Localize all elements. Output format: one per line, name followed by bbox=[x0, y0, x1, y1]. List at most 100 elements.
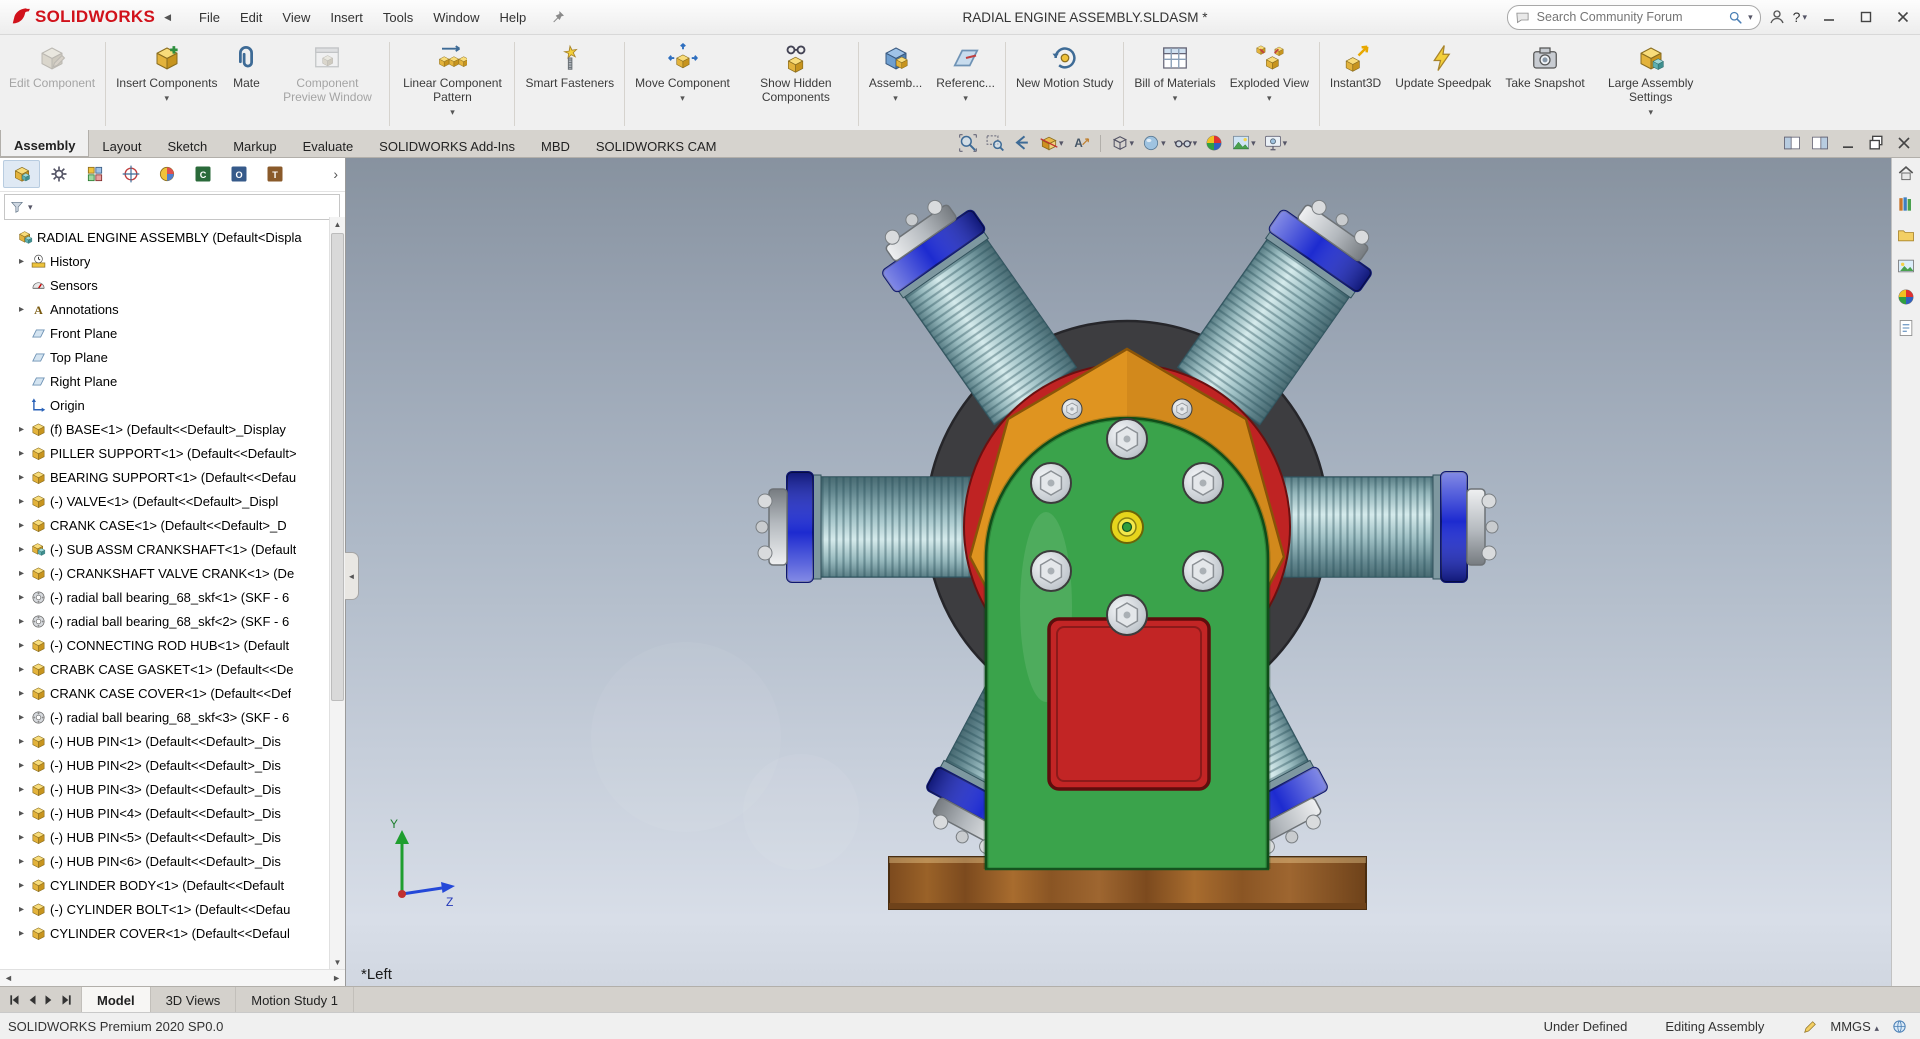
reference-geometry-button[interactable]: Referenc... ▾ bbox=[929, 36, 1002, 132]
tree-item[interactable]: ▸ History bbox=[3, 249, 330, 273]
panel-tabs-overflow-icon[interactable]: › bbox=[329, 166, 342, 182]
graphics-viewport[interactable]: Y Z *Left bbox=[346, 157, 1891, 986]
previous-view-button[interactable] bbox=[1009, 132, 1035, 154]
ribbon-tab-mbd[interactable]: MBD bbox=[528, 130, 583, 157]
expand-arrow-icon[interactable]: ▸ bbox=[16, 712, 27, 723]
zoom-fit-button[interactable] bbox=[955, 132, 981, 154]
tab-scroll-first-button[interactable] bbox=[8, 993, 22, 1007]
move-component-button[interactable]: Move Component ▾ bbox=[628, 36, 737, 132]
expand-arrow-icon[interactable]: ▸ bbox=[16, 616, 27, 627]
assembly-features-button[interactable]: Assemb... ▾ bbox=[862, 36, 929, 132]
scroll-up-icon[interactable]: ▲ bbox=[334, 217, 342, 231]
expand-arrow-icon[interactable]: ▸ bbox=[16, 904, 27, 915]
menu-view[interactable]: View bbox=[272, 5, 320, 30]
doc-restore-button[interactable] bbox=[1863, 132, 1889, 154]
dropdown-caret-icon[interactable]: ▾ bbox=[1059, 138, 1064, 149]
doc-close-button[interactable] bbox=[1891, 132, 1917, 154]
ribbon-tab-assembly[interactable]: Assembly bbox=[0, 130, 90, 157]
menu-insert[interactable]: Insert bbox=[320, 5, 373, 30]
tree-item[interactable]: ▸ CRANK CASE COVER<1> (Default<<Def bbox=[3, 681, 330, 705]
expand-arrow-icon[interactable]: ▸ bbox=[16, 784, 27, 795]
tab-scroll-last-button[interactable] bbox=[59, 993, 73, 1007]
expand-arrow-icon[interactable]: ▸ bbox=[16, 664, 27, 675]
section-view-button[interactable]: ▾ bbox=[1036, 132, 1067, 154]
tree-item[interactable]: RADIAL ENGINE ASSEMBLY (Default<Displa bbox=[3, 225, 330, 249]
tree-item[interactable]: ▸ PILLER SUPPORT<1> (Default<<Default> bbox=[3, 441, 330, 465]
tree-item[interactable]: ▸ (-) CONNECTING ROD HUB<1> (Default bbox=[3, 633, 330, 657]
dynamic-annotation-button[interactable]: A bbox=[1068, 132, 1094, 154]
tree-item[interactable]: Origin bbox=[3, 393, 330, 417]
zoom-area-button[interactable] bbox=[982, 132, 1008, 154]
expand-arrow-icon[interactable]: ▸ bbox=[16, 424, 27, 435]
menu-window[interactable]: Window bbox=[423, 5, 489, 30]
panel-splitter-handle[interactable]: ◄ bbox=[345, 552, 359, 600]
dropdown-caret-icon[interactable]: ▾ bbox=[1193, 138, 1198, 149]
window-minimize-button[interactable] bbox=[1814, 4, 1844, 31]
search-options-caret-icon[interactable]: ▾ bbox=[1748, 12, 1753, 23]
taskpane-home-button[interactable] bbox=[1896, 163, 1916, 183]
taskpane-file-explorer-button[interactable] bbox=[1896, 225, 1916, 245]
linear-component-pattern-button[interactable]: Linear Component Pattern ▾ bbox=[393, 36, 511, 132]
tree-horizontal-scrollbar[interactable]: ◄ ► bbox=[0, 969, 345, 986]
taskpane-design-library-button[interactable] bbox=[1896, 194, 1916, 214]
filter-caret-icon[interactable]: ▾ bbox=[28, 202, 33, 213]
user-account-icon[interactable] bbox=[1768, 8, 1786, 26]
pane-right-button[interactable] bbox=[1807, 132, 1833, 154]
tree-item[interactable]: ▸ (-) radial ball bearing_68_skf<1> (SKF … bbox=[3, 585, 330, 609]
tab-scroll-next-button[interactable] bbox=[42, 993, 56, 1007]
dropdown-caret-icon[interactable]: ▾ bbox=[1130, 138, 1135, 149]
globe-icon[interactable] bbox=[1891, 1018, 1908, 1035]
tree-item[interactable]: ▸ (-) VALVE<1> (Default<<Default>_Displ bbox=[3, 489, 330, 513]
tree-filter-field[interactable]: ▾ bbox=[4, 194, 340, 220]
expand-arrow-icon[interactable]: ▸ bbox=[16, 880, 27, 891]
menu-help[interactable]: Help bbox=[489, 5, 536, 30]
panel-tab-propertymanager[interactable] bbox=[41, 161, 76, 187]
expand-arrow-icon[interactable]: ▸ bbox=[16, 760, 27, 771]
display-style-button[interactable]: ▾ bbox=[1138, 132, 1169, 154]
tree-item[interactable]: ▸ (-) CYLINDER BOLT<1> (Default<<Defau bbox=[3, 897, 330, 921]
tree-item[interactable]: ▸ CRANK CASE<1> (Default<<Default>_D bbox=[3, 513, 330, 537]
ribbon-tab-evaluate[interactable]: Evaluate bbox=[290, 130, 367, 157]
menu-collapse-icon[interactable]: ◀ bbox=[164, 12, 171, 23]
community-search-input[interactable] bbox=[1534, 9, 1724, 25]
expand-arrow-icon[interactable]: ▸ bbox=[16, 688, 27, 699]
dropdown-caret-icon[interactable]: ▾ bbox=[164, 93, 169, 103]
dropdown-caret-icon[interactable]: ▾ bbox=[1648, 107, 1653, 117]
dropdown-caret-icon[interactable]: ▾ bbox=[893, 93, 898, 103]
dropdown-caret-icon[interactable]: ▾ bbox=[1267, 93, 1272, 103]
view-settings-button[interactable]: ▾ bbox=[1260, 132, 1291, 154]
panel-tab-cam-operation-tree[interactable]: O bbox=[221, 161, 256, 187]
window-restore-button[interactable] bbox=[1851, 4, 1881, 31]
window-close-button[interactable] bbox=[1888, 4, 1918, 31]
doc-minimize-button[interactable] bbox=[1835, 132, 1861, 154]
tree-item[interactable]: ▸ (-) HUB PIN<3> (Default<<Default>_Dis bbox=[3, 777, 330, 801]
expand-arrow-icon[interactable]: ▸ bbox=[16, 856, 27, 867]
view-orientation-button[interactable]: ▾ bbox=[1107, 132, 1138, 154]
radial-engine-model[interactable] bbox=[346, 157, 1891, 986]
document-tab-3d-views[interactable]: 3D Views bbox=[151, 987, 237, 1013]
ribbon-tab-layout[interactable]: Layout bbox=[89, 130, 154, 157]
tree-item[interactable]: ▸ CYLINDER COVER<1> (Default<<Defaul bbox=[3, 921, 330, 945]
help-menu[interactable]: ? ▾ bbox=[1793, 9, 1807, 25]
taskpane-custom-properties-button[interactable] bbox=[1896, 318, 1916, 338]
ribbon-tab-markup[interactable]: Markup bbox=[220, 130, 289, 157]
dropdown-caret-icon[interactable]: ▾ bbox=[450, 107, 455, 117]
community-search-box[interactable]: ▾ bbox=[1506, 4, 1761, 30]
document-tab-model[interactable]: Model bbox=[81, 987, 151, 1013]
tree-item[interactable]: ▸ (-) HUB PIN<2> (Default<<Default>_Dis bbox=[3, 753, 330, 777]
taskpane-appearances-button[interactable] bbox=[1896, 287, 1916, 307]
bill-of-materials-button[interactable]: Bill of Materials ▾ bbox=[1127, 36, 1222, 132]
tree-item[interactable]: ▸ (-) radial ball bearing_68_skf<3> (SKF … bbox=[3, 705, 330, 729]
expand-arrow-icon[interactable]: ▸ bbox=[16, 304, 27, 315]
large-assembly-settings-button[interactable]: Large Assembly Settings ▾ bbox=[1592, 36, 1710, 132]
take-snapshot-button[interactable]: Take Snapshot bbox=[1498, 36, 1591, 132]
panel-tab-cam-tools-tree[interactable]: T bbox=[257, 161, 292, 187]
dropdown-caret-icon[interactable]: ▾ bbox=[963, 93, 968, 103]
pane-left-button[interactable] bbox=[1779, 132, 1805, 154]
hide-show-items-button[interactable]: ▾ bbox=[1170, 132, 1201, 154]
tree-item[interactable]: ▸ (-) HUB PIN<6> (Default<<Default>_Dis bbox=[3, 849, 330, 873]
menu-pin-icon[interactable] bbox=[550, 9, 566, 25]
panel-tab-cam-feature-tree[interactable]: C bbox=[185, 161, 220, 187]
expand-arrow-icon[interactable]: ▸ bbox=[16, 640, 27, 651]
panel-tab-featuremanager[interactable] bbox=[3, 160, 40, 188]
